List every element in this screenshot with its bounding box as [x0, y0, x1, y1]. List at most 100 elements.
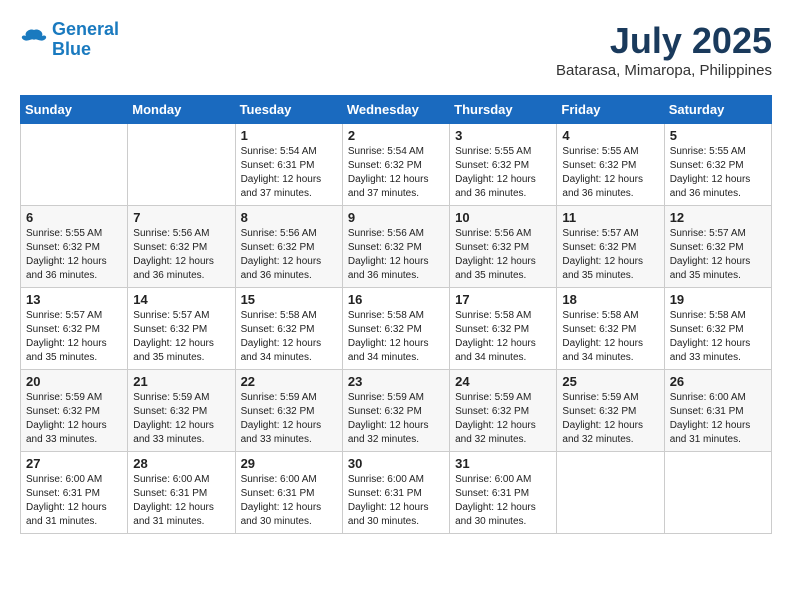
- day-number: 18: [562, 292, 658, 307]
- calendar-cell: 14Sunrise: 5:57 AM Sunset: 6:32 PM Dayli…: [128, 288, 235, 370]
- title-block: July 2025 Batarasa, Mimaropa, Philippine…: [556, 20, 772, 79]
- calendar-cell: 10 Sunrise: 5:56 AM Sunset: 6:32 PM Dayli…: [450, 206, 557, 288]
- cell-info: Sunrise: 5:56 AM Sunset: 6:32 PM Dayligh…: [348, 227, 444, 283]
- day-number: 19: [670, 292, 766, 307]
- calendar-cell: 13Sunrise: 5:57 AM Sunset: 6:32 PM Dayli…: [21, 288, 128, 370]
- day-number: 23: [348, 374, 444, 389]
- calendar-cell: 7 Sunrise: 5:56 AM Sunset: 6:32 PM Daylig…: [128, 206, 235, 288]
- weekday-header-friday: Friday: [557, 96, 664, 124]
- calendar-cell: 4Sunrise: 5:55 AM Sunset: 6:32 PM Daylig…: [557, 124, 664, 206]
- day-number: 24: [455, 374, 551, 389]
- day-number: 7: [133, 210, 229, 225]
- cell-info: Sunrise: 5:54 AM Sunset: 6:31 PM Dayligh…: [241, 145, 337, 201]
- day-number: 17: [455, 292, 551, 307]
- calendar-cell: [557, 452, 664, 534]
- day-number: 31: [455, 456, 551, 471]
- day-number: 21: [133, 374, 229, 389]
- cell-info: Sunrise: 5:59 AM Sunset: 6:32 PM Dayligh…: [348, 391, 444, 447]
- day-number: 25: [562, 374, 658, 389]
- calendar-cell: 19 Sunrise: 5:58 AM Sunset: 6:32 PM Dayli…: [664, 288, 771, 370]
- day-number: 13: [26, 292, 122, 307]
- calendar-table: SundayMondayTuesdayWednesdayThursdayFrid…: [20, 95, 772, 534]
- calendar-cell: 16 Sunrise: 5:58 AM Sunset: 6:32 PM Dayli…: [342, 288, 449, 370]
- calendar-week-4: 20 Sunrise: 5:59 AM Sunset: 6:32 PM Dayli…: [21, 370, 772, 452]
- cell-info: Sunrise: 6:00 AM Sunset: 6:31 PM Dayligh…: [241, 473, 337, 529]
- day-number: 10: [455, 210, 551, 225]
- calendar-cell: 21 Sunrise: 5:59 AM Sunset: 6:32 PM Dayli…: [128, 370, 235, 452]
- calendar-cell: 15Sunrise: 5:58 AM Sunset: 6:32 PM Dayli…: [235, 288, 342, 370]
- cell-info: Sunrise: 5:55 AM Sunset: 6:32 PM Dayligh…: [26, 227, 122, 283]
- calendar-cell: [664, 452, 771, 534]
- cell-info: Sunrise: 6:00 AM Sunset: 6:31 PM Dayligh…: [670, 391, 766, 447]
- day-number: 22: [241, 374, 337, 389]
- weekday-header-tuesday: Tuesday: [235, 96, 342, 124]
- cell-info: Sunrise: 6:00 AM Sunset: 6:31 PM Dayligh…: [455, 473, 551, 529]
- day-number: 8: [241, 210, 337, 225]
- cell-info: Sunrise: 5:57 AM Sunset: 6:32 PM Dayligh…: [562, 227, 658, 283]
- day-number: 1: [241, 128, 337, 143]
- calendar-cell: 17Sunrise: 5:58 AM Sunset: 6:32 PM Dayli…: [450, 288, 557, 370]
- cell-info: Sunrise: 5:59 AM Sunset: 6:32 PM Dayligh…: [241, 391, 337, 447]
- calendar-cell: 9 Sunrise: 5:56 AM Sunset: 6:32 PM Daylig…: [342, 206, 449, 288]
- day-number: 5: [670, 128, 766, 143]
- calendar-cell: [21, 124, 128, 206]
- weekday-header-sunday: Sunday: [21, 96, 128, 124]
- page-header: GeneralBlue July 2025 Batarasa, Mimaropa…: [20, 20, 772, 79]
- cell-info: Sunrise: 5:58 AM Sunset: 6:32 PM Dayligh…: [348, 309, 444, 365]
- cell-info: Sunrise: 5:55 AM Sunset: 6:32 PM Dayligh…: [562, 145, 658, 201]
- cell-info: Sunrise: 6:00 AM Sunset: 6:31 PM Dayligh…: [26, 473, 122, 529]
- cell-info: Sunrise: 5:59 AM Sunset: 6:32 PM Dayligh…: [455, 391, 551, 447]
- calendar-cell: 31 Sunrise: 6:00 AM Sunset: 6:31 PM Dayli…: [450, 452, 557, 534]
- calendar-cell: 20Sunrise: 5:59 AM Sunset: 6:32 PM Dayli…: [21, 370, 128, 452]
- calendar-cell: 12Sunrise: 5:57 AM Sunset: 6:32 PM Dayli…: [664, 206, 771, 288]
- calendar-week-1: 1 Sunrise: 5:54 AM Sunset: 6:31 PM Daylig…: [21, 124, 772, 206]
- calendar-cell: 18 Sunrise: 5:58 AM Sunset: 6:32 PM Dayli…: [557, 288, 664, 370]
- cell-info: Sunrise: 5:58 AM Sunset: 6:32 PM Dayligh…: [241, 309, 337, 365]
- day-number: 16: [348, 292, 444, 307]
- calendar-cell: [128, 124, 235, 206]
- day-number: 12: [670, 210, 766, 225]
- day-number: 26: [670, 374, 766, 389]
- calendar-cell: 30Sunrise: 6:00 AM Sunset: 6:31 PM Dayli…: [342, 452, 449, 534]
- month-year-title: July 2025: [556, 20, 772, 62]
- calendar-cell: 24 Sunrise: 5:59 AM Sunset: 6:32 PM Dayli…: [450, 370, 557, 452]
- cell-info: Sunrise: 5:54 AM Sunset: 6:32 PM Dayligh…: [348, 145, 444, 201]
- day-number: 27: [26, 456, 122, 471]
- cell-info: Sunrise: 6:00 AM Sunset: 6:31 PM Dayligh…: [348, 473, 444, 529]
- day-number: 29: [241, 456, 337, 471]
- calendar-cell: 11Sunrise: 5:57 AM Sunset: 6:32 PM Dayli…: [557, 206, 664, 288]
- day-number: 28: [133, 456, 229, 471]
- logo: GeneralBlue: [20, 20, 119, 60]
- cell-info: Sunrise: 5:56 AM Sunset: 6:32 PM Dayligh…: [455, 227, 551, 283]
- cell-info: Sunrise: 5:55 AM Sunset: 6:32 PM Dayligh…: [670, 145, 766, 201]
- cell-info: Sunrise: 5:58 AM Sunset: 6:32 PM Dayligh…: [562, 309, 658, 365]
- calendar-cell: 5 Sunrise: 5:55 AM Sunset: 6:32 PM Daylig…: [664, 124, 771, 206]
- calendar-cell: 23 Sunrise: 5:59 AM Sunset: 6:32 PM Dayli…: [342, 370, 449, 452]
- calendar-cell: 6 Sunrise: 5:55 AM Sunset: 6:32 PM Daylig…: [21, 206, 128, 288]
- location-subtitle: Batarasa, Mimaropa, Philippines: [556, 62, 772, 79]
- cell-info: Sunrise: 5:56 AM Sunset: 6:32 PM Dayligh…: [241, 227, 337, 283]
- calendar-week-3: 13Sunrise: 5:57 AM Sunset: 6:32 PM Dayli…: [21, 288, 772, 370]
- weekday-header-monday: Monday: [128, 96, 235, 124]
- calendar-cell: 26 Sunrise: 6:00 AM Sunset: 6:31 PM Dayli…: [664, 370, 771, 452]
- day-number: 9: [348, 210, 444, 225]
- day-number: 3: [455, 128, 551, 143]
- cell-info: Sunrise: 5:58 AM Sunset: 6:32 PM Dayligh…: [670, 309, 766, 365]
- day-number: 20: [26, 374, 122, 389]
- day-number: 6: [26, 210, 122, 225]
- calendar-cell: 22 Sunrise: 5:59 AM Sunset: 6:32 PM Dayli…: [235, 370, 342, 452]
- weekday-header-thursday: Thursday: [450, 96, 557, 124]
- day-number: 2: [348, 128, 444, 143]
- cell-info: Sunrise: 5:59 AM Sunset: 6:32 PM Dayligh…: [133, 391, 229, 447]
- weekday-header-wednesday: Wednesday: [342, 96, 449, 124]
- weekday-header-saturday: Saturday: [664, 96, 771, 124]
- cell-info: Sunrise: 6:00 AM Sunset: 6:31 PM Dayligh…: [133, 473, 229, 529]
- calendar-cell: 25 Sunrise: 5:59 AM Sunset: 6:32 PM Dayli…: [557, 370, 664, 452]
- cell-info: Sunrise: 5:56 AM Sunset: 6:32 PM Dayligh…: [133, 227, 229, 283]
- cell-info: Sunrise: 5:59 AM Sunset: 6:32 PM Dayligh…: [562, 391, 658, 447]
- calendar-cell: 29 Sunrise: 6:00 AM Sunset: 6:31 PM Dayli…: [235, 452, 342, 534]
- calendar-cell: 27 Sunrise: 6:00 AM Sunset: 6:31 PM Dayli…: [21, 452, 128, 534]
- cell-info: Sunrise: 5:55 AM Sunset: 6:32 PM Dayligh…: [455, 145, 551, 201]
- day-number: 14: [133, 292, 229, 307]
- logo-text: GeneralBlue: [52, 20, 119, 60]
